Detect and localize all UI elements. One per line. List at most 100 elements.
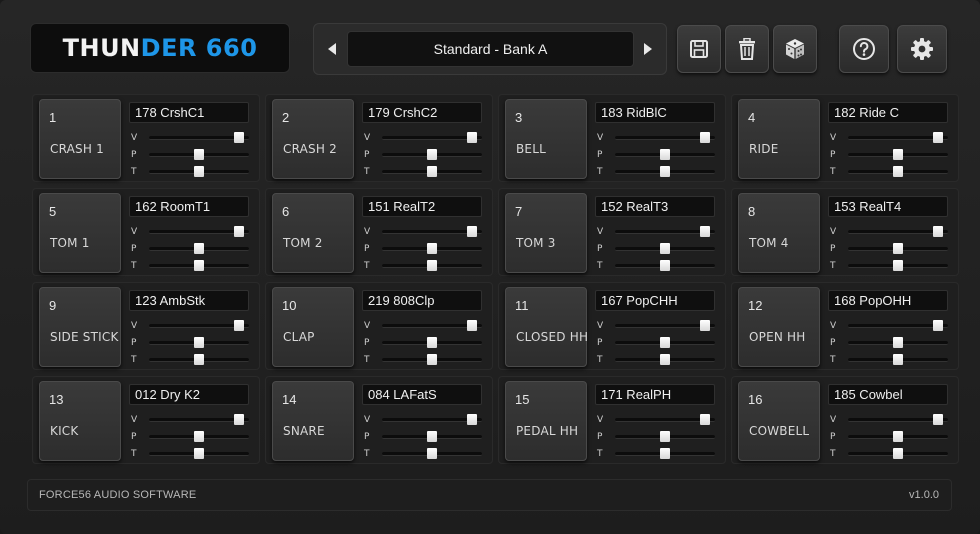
settings-button[interactable]: [897, 25, 947, 73]
slider-track[interactable]: [149, 320, 249, 331]
sample-name-field[interactable]: 183 RidBlC: [595, 102, 715, 123]
slider-knob[interactable]: [893, 431, 903, 442]
sample-name-field[interactable]: 151 RealT2: [362, 196, 482, 217]
slider-track[interactable]: [615, 431, 715, 442]
pad-button-9[interactable]: 9 SIDE STICK: [39, 287, 121, 367]
slider-knob[interactable]: [467, 320, 477, 331]
slider-knob[interactable]: [427, 337, 437, 348]
slider-track[interactable]: [382, 132, 482, 143]
slider-knob[interactable]: [467, 132, 477, 143]
pad-button-11[interactable]: 11 CLOSED HH: [505, 287, 588, 367]
preset-next-button[interactable]: [632, 24, 664, 74]
slider-knob[interactable]: [234, 320, 244, 331]
slider-knob[interactable]: [194, 337, 204, 348]
slider-track[interactable]: [848, 166, 948, 177]
slider-track[interactable]: [149, 260, 249, 271]
sample-name-field[interactable]: 168 PopOHH: [828, 290, 948, 311]
slider-knob[interactable]: [660, 260, 670, 271]
slider-track[interactable]: [848, 132, 948, 143]
slider-track[interactable]: [382, 226, 482, 237]
slider-knob[interactable]: [933, 226, 943, 237]
slider-knob[interactable]: [427, 166, 437, 177]
pad-button-3[interactable]: 3 BELL: [505, 99, 587, 179]
pad-button-4[interactable]: 4 RIDE: [738, 99, 820, 179]
slider-knob[interactable]: [660, 448, 670, 459]
pad-button-6[interactable]: 6 TOM 2: [272, 193, 354, 273]
slider-knob[interactable]: [194, 354, 204, 365]
slider-knob[interactable]: [893, 243, 903, 254]
slider-track[interactable]: [149, 337, 249, 348]
slider-knob[interactable]: [660, 431, 670, 442]
slider-track[interactable]: [615, 448, 715, 459]
slider-knob[interactable]: [194, 166, 204, 177]
sample-name-field[interactable]: 012 Dry K2: [129, 384, 249, 405]
pad-button-10[interactable]: 10 CLAP: [272, 287, 354, 367]
slider-knob[interactable]: [427, 354, 437, 365]
slider-knob[interactable]: [893, 166, 903, 177]
slider-track[interactable]: [848, 448, 948, 459]
slider-track[interactable]: [149, 166, 249, 177]
slider-track[interactable]: [848, 431, 948, 442]
pad-button-13[interactable]: 13 KICK: [39, 381, 121, 461]
slider-track[interactable]: [848, 243, 948, 254]
sample-name-field[interactable]: 153 RealT4: [828, 196, 948, 217]
slider-track[interactable]: [149, 448, 249, 459]
sample-name-field[interactable]: 162 RoomT1: [129, 196, 249, 217]
slider-knob[interactable]: [427, 431, 437, 442]
slider-knob[interactable]: [933, 132, 943, 143]
pad-button-1[interactable]: 1 CRASH 1: [39, 99, 121, 179]
slider-track[interactable]: [382, 431, 482, 442]
preset-name[interactable]: Standard - Bank A: [347, 31, 634, 67]
pad-button-12[interactable]: 12 OPEN HH: [738, 287, 820, 367]
slider-knob[interactable]: [660, 354, 670, 365]
save-button[interactable]: [677, 25, 721, 73]
slider-knob[interactable]: [660, 337, 670, 348]
sample-name-field[interactable]: 219 808Clp: [362, 290, 482, 311]
slider-knob[interactable]: [234, 132, 244, 143]
slider-track[interactable]: [848, 226, 948, 237]
slider-track[interactable]: [382, 414, 482, 425]
slider-track[interactable]: [382, 166, 482, 177]
slider-knob[interactable]: [700, 226, 710, 237]
sample-name-field[interactable]: 179 CrshC2: [362, 102, 482, 123]
slider-track[interactable]: [382, 448, 482, 459]
slider-track[interactable]: [848, 260, 948, 271]
randomize-button[interactable]: [773, 25, 817, 73]
pad-button-14[interactable]: 14 SNARE: [272, 381, 354, 461]
slider-knob[interactable]: [194, 149, 204, 160]
slider-track[interactable]: [615, 166, 715, 177]
slider-track[interactable]: [382, 337, 482, 348]
slider-track[interactable]: [848, 354, 948, 365]
slider-track[interactable]: [382, 354, 482, 365]
slider-knob[interactable]: [893, 337, 903, 348]
sample-name-field[interactable]: 123 AmbStk: [129, 290, 249, 311]
slider-track[interactable]: [848, 320, 948, 331]
sample-name-field[interactable]: 084 LAFatS: [362, 384, 482, 405]
slider-track[interactable]: [382, 243, 482, 254]
slider-track[interactable]: [149, 243, 249, 254]
sample-name-field[interactable]: 171 RealPH: [595, 384, 715, 405]
sample-name-field[interactable]: 185 Cowbel: [828, 384, 948, 405]
slider-knob[interactable]: [194, 260, 204, 271]
slider-knob[interactable]: [234, 414, 244, 425]
slider-track[interactable]: [615, 149, 715, 160]
slider-knob[interactable]: [427, 260, 437, 271]
slider-knob[interactable]: [893, 354, 903, 365]
slider-knob[interactable]: [660, 149, 670, 160]
slider-track[interactable]: [149, 414, 249, 425]
slider-track[interactable]: [149, 354, 249, 365]
slider-knob[interactable]: [660, 243, 670, 254]
slider-knob[interactable]: [700, 414, 710, 425]
slider-track[interactable]: [848, 337, 948, 348]
slider-knob[interactable]: [700, 132, 710, 143]
slider-knob[interactable]: [427, 448, 437, 459]
slider-track[interactable]: [382, 260, 482, 271]
slider-track[interactable]: [615, 243, 715, 254]
slider-knob[interactable]: [427, 243, 437, 254]
slider-knob[interactable]: [893, 149, 903, 160]
slider-track[interactable]: [149, 431, 249, 442]
slider-knob[interactable]: [427, 149, 437, 160]
slider-track[interactable]: [848, 149, 948, 160]
slider-knob[interactable]: [660, 166, 670, 177]
sample-name-field[interactable]: 182 Ride C: [828, 102, 948, 123]
